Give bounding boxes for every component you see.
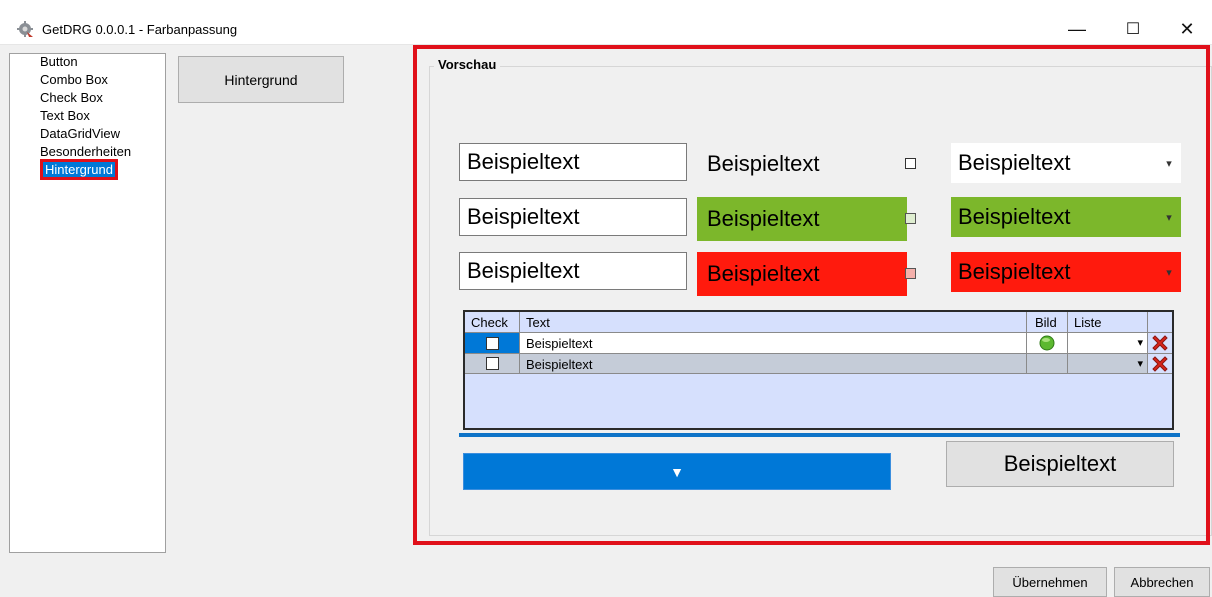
delete-icon [1152, 335, 1168, 351]
chevron-down-icon[interactable]: ▾ [1161, 197, 1177, 237]
preview-textbox[interactable]: Beispieltext [459, 252, 687, 290]
table-row-checkbox-cell[interactable] [465, 332, 520, 353]
cancel-button[interactable]: Abbrechen [1114, 567, 1210, 597]
column-header-bild[interactable]: Bild [1027, 312, 1068, 332]
preview-textbox[interactable]: Beispieltext [459, 143, 687, 181]
chevron-down-icon[interactable]: ▾ [1137, 336, 1143, 349]
table-cell-text[interactable]: Beispieltext [520, 332, 1027, 353]
preview-combobox[interactable]: Beispieltext [951, 197, 1181, 237]
preview-checkbox[interactable] [905, 268, 916, 279]
preview-dropdown-button[interactable]: ▼ [463, 453, 891, 490]
list-item-hintergrund[interactable]: Hintergrund [40, 159, 118, 180]
preview-button[interactable]: Beispieltext [946, 441, 1174, 487]
table-cell-dropdown[interactable]: ▾ [1068, 353, 1148, 373]
green-status-icon [1039, 335, 1055, 351]
list-item-text-box[interactable]: Text Box [40, 108, 90, 123]
list-item-button[interactable]: Button [40, 54, 78, 69]
maximize-icon: ☐ [1125, 21, 1141, 38]
list-item-check-box[interactable]: Check Box [40, 90, 103, 105]
delete-row-button[interactable] [1148, 332, 1172, 353]
preview-datagrid[interactable]: Check Text Bild Liste Beispieltext ▾ Bei… [463, 310, 1174, 430]
column-header-check[interactable]: Check [465, 312, 520, 332]
minimize-icon: — [1068, 18, 1086, 39]
hintergrund-color-button[interactable]: Hintergrund [178, 56, 344, 103]
preview-combobox[interactable]: Beispieltext [951, 252, 1181, 292]
preview-textbox[interactable]: Beispieltext [459, 198, 687, 236]
chevron-down-icon[interactable]: ▾ [1161, 143, 1177, 183]
preview-label: Beispieltext [697, 252, 907, 296]
table-cell-image [1027, 332, 1068, 353]
chevron-down-icon[interactable]: ▾ [1161, 252, 1177, 292]
list-item-besonderheiten[interactable]: Besonderheiten [40, 144, 131, 159]
table-row-checkbox-cell[interactable] [465, 353, 520, 373]
triangle-down-icon: ▼ [670, 463, 684, 480]
minimize-button[interactable]: — [1054, 14, 1100, 44]
preview-checkbox[interactable] [905, 213, 916, 224]
column-header-liste[interactable]: Liste [1068, 312, 1148, 332]
list-item-combo-box[interactable]: Combo Box [40, 72, 108, 87]
table-cell-dropdown[interactable]: ▾ [1068, 332, 1148, 353]
table-cell-text[interactable]: Beispieltext [520, 353, 1027, 373]
chevron-down-icon[interactable]: ▾ [1137, 357, 1143, 370]
app-icon [16, 20, 34, 38]
list-item-datagridview[interactable]: DataGridView [40, 126, 120, 141]
delete-row-button[interactable] [1148, 353, 1172, 373]
row-checkbox[interactable] [485, 357, 499, 370]
close-icon: ✕ [1179, 18, 1195, 39]
window-title: GetDRG 0.0.0.1 - Farbanpassung [42, 22, 238, 37]
preview-checkbox[interactable] [905, 158, 916, 169]
delete-icon [1152, 355, 1168, 372]
accent-bar [459, 433, 1180, 437]
apply-button[interactable]: Übernehmen [993, 567, 1107, 597]
preview-label: Beispieltext [707, 151, 820, 176]
grid-divider [465, 373, 1172, 374]
preview-group-label: Vorschau [434, 57, 501, 72]
preview-label: Beispieltext [697, 197, 907, 241]
close-button[interactable]: ✕ [1164, 14, 1210, 44]
table-cell-image [1027, 353, 1068, 373]
title-bar: GetDRG 0.0.0.1 - Farbanpassung — ☐ ✕ [0, 0, 1212, 45]
maximize-button[interactable]: ☐ [1110, 14, 1156, 44]
preview-combobox[interactable]: Beispieltext [951, 143, 1181, 183]
column-header-text[interactable]: Text [520, 312, 1027, 332]
row-checkbox[interactable] [485, 336, 499, 350]
control-type-list[interactable]: Button Combo Box Check Box Text Box Data… [9, 53, 166, 553]
